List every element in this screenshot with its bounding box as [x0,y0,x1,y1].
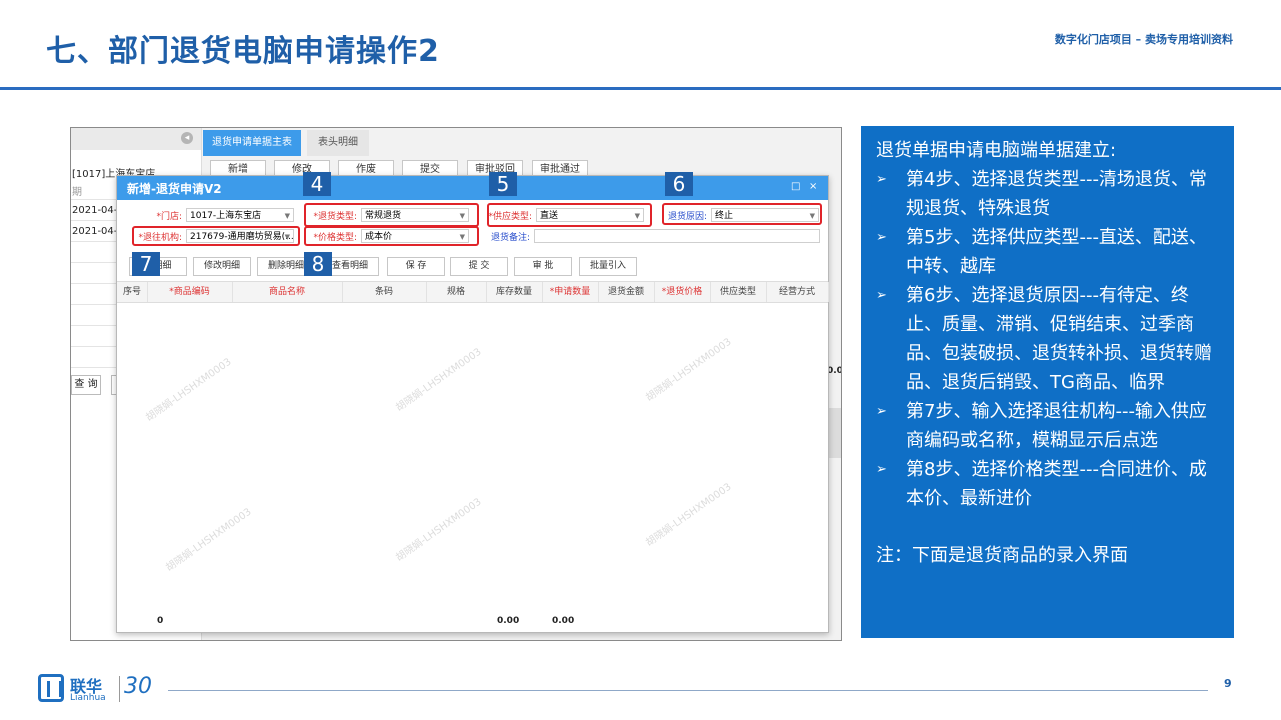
step-tag-7: 7 [132,252,160,276]
col-return-price[interactable]: *退货价格 [654,282,711,302]
list-item: ➢ 第4步、选择退货类型---清场退货、常规退货、特殊退货 [876,165,1221,223]
remark-label: 退货备注: [490,233,530,243]
store-label: *门店: [156,212,182,222]
footer-divider [168,690,1208,691]
bg-total-fragment: 0.00 [827,366,841,376]
step-tag-8: 8 [304,252,332,276]
col-item-code[interactable]: *商品编码 [147,282,233,302]
watermark: 胡晓娟-LHSHXM0003 [394,346,484,414]
close-icon[interactable]: × [809,181,817,192]
approve-button[interactable]: 审 批 [514,257,572,276]
remark-input[interactable] [534,229,820,243]
footer-stock-total: 0.00 [497,616,520,626]
slide-subtitle: 数字化门店项目 – 卖场专用培训资料 [1054,33,1233,46]
watermark: 胡晓娟-LHSHXM0003 [644,336,734,404]
instruction-list: ➢ 第4步、选择退货类型---清场退货、常规退货、特殊退货 ➢ 第5步、选择供应类型… [876,165,1221,513]
step-tag-4: 4 [303,172,331,196]
title-divider [0,87,1281,90]
col-operation-mode[interactable]: 经营方式 [766,282,829,302]
col-spec[interactable]: 规格 [426,282,487,302]
query-button[interactable]: 查 询 [71,375,101,395]
list-item: ➢ 第5步、选择供应类型---直送、配送、中转、越库 [876,223,1221,281]
tab-main-table[interactable]: 退货申请单据主表 [203,130,301,156]
col-stock-qty[interactable]: 库存数量 [486,282,543,302]
watermark: 胡晓娟-LHSHXM0003 [644,481,734,549]
logo-anniversary: 30 [124,674,152,699]
screenshot-frame: ◂ [1017]上海东宝店 期 2021-04-15 2021-04-15 查 … [70,127,842,641]
maximize-icon[interactable]: □ [791,181,800,192]
logo-divider [119,676,120,702]
list-item: ➢ 第6步、选择退货原因---有待定、终止、质量、滞销、促销结束、过季商品、包装破… [876,281,1221,397]
arrow-bullet-icon: ➢ [876,288,887,303]
highlight-return-type [304,203,479,227]
tab-header-detail[interactable]: 表头明细 [307,130,369,156]
arrow-bullet-icon: ➢ [876,230,887,245]
watermark: 胡晓娟-LHSHXM0003 [144,356,234,424]
highlight-return-org [132,226,300,246]
footer-count: 0 [157,616,164,626]
col-return-amount[interactable]: 退货金额 [598,282,655,302]
batch-import-button[interactable]: 批量引入 [579,257,637,276]
logo-mark-icon [38,674,64,702]
edit-detail-button[interactable]: 修改明细 [193,257,251,276]
collapse-arrow-icon[interactable]: ◂ [181,132,193,144]
instruction-note: 注：下面是退货商品的录入界面 [876,545,1128,566]
col-apply-qty[interactable]: *申请数量 [542,282,599,302]
store-select[interactable]: 1017-上海东宝店 ▼ [186,208,294,222]
arrow-bullet-icon: ➢ [876,404,887,419]
logo-english: Lianhua [70,693,106,703]
store-value: 1017-上海东宝店 [190,211,262,221]
col-barcode[interactable]: 条码 [342,282,427,302]
arrow-bullet-icon: ➢ [876,462,887,477]
slide-title: 七、部门退货电脑申请操作2 [46,34,440,69]
step-tag-6: 6 [665,172,693,196]
new-return-dialog: 新增-退货申请V2 □ × *门店: 1017-上海东宝店 ▼ *退货类型: 常… [116,175,829,633]
page-number: 9 [1224,677,1232,690]
highlight-supply-type [487,203,652,227]
detail-grid-header: 序号 *商品编码 商品名称 条码 规格 库存数量 *申请数量 退货金额 *退货价… [117,281,829,303]
save-button[interactable]: 保 存 [387,257,445,276]
side-label: 期 [72,187,82,198]
list-item: ➢ 第8步、选择价格类型---合同进价、成本价、最新进价 [876,455,1221,513]
step-tag-5: 5 [489,172,517,196]
col-supply-type[interactable]: 供应类型 [710,282,767,302]
lianhua-logo: 联华 Lianhua 30 [38,672,168,706]
watermark: 胡晓娟-LHSHXM0003 [164,506,254,574]
chevron-down-icon: ▼ [284,212,290,220]
col-item-name[interactable]: 商品名称 [232,282,343,302]
dialog-title: 新增-退货申请V2 [127,182,222,196]
submit-button[interactable]: 提 交 [450,257,508,276]
footer-apply-total: 0.00 [552,616,575,626]
list-item: ➢ 第7步、输入选择退往机构---输入供应商编码或名称，模糊显示后点选 [876,397,1221,455]
dialog-header: 新增-退货申请V2 □ × [117,176,828,200]
highlight-price-type [304,226,479,246]
col-seq[interactable]: 序号 [117,282,148,302]
instruction-panel: 退货单据申请电脑端单据建立: ➢ 第4步、选择退货类型---清场退货、常规退货、特… [861,126,1234,638]
instruction-heading: 退货单据申请电脑端单据建立: [876,140,1117,161]
arrow-bullet-icon: ➢ [876,172,887,187]
highlight-return-reason [662,203,822,225]
bg-grey-block [827,408,841,458]
watermark: 胡晓娟-LHSHXM0003 [394,496,484,564]
